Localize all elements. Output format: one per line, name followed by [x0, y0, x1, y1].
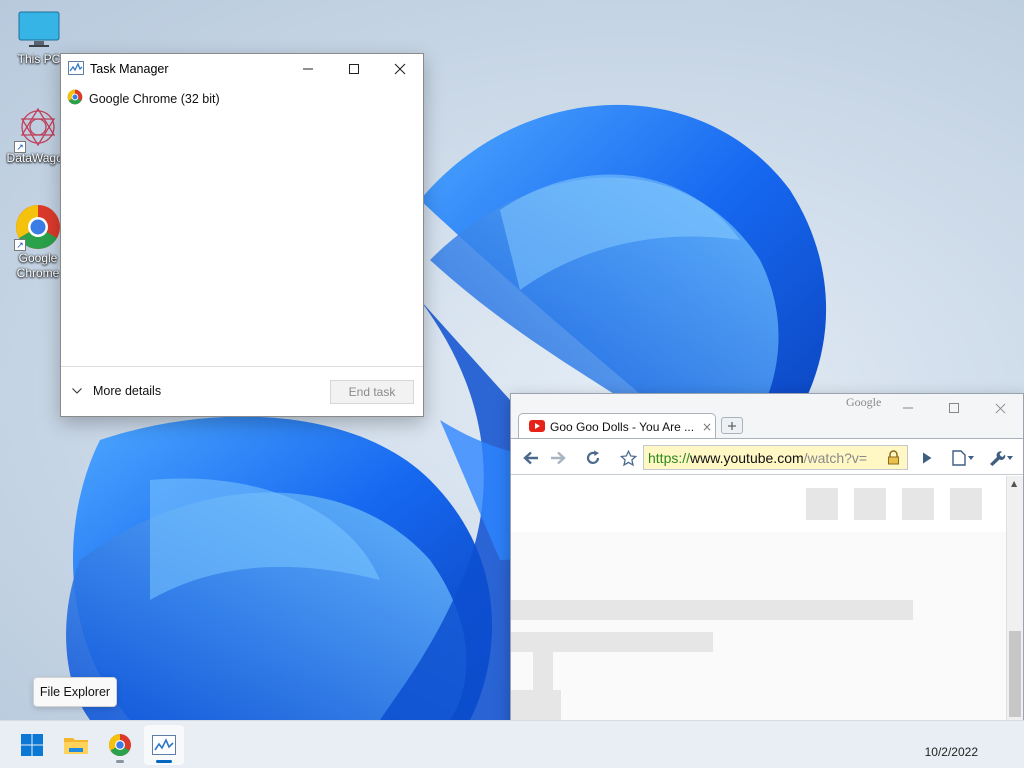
minimize-button[interactable]: [285, 54, 331, 84]
close-button[interactable]: [977, 397, 1023, 419]
more-details-toggle[interactable]: More details: [72, 384, 161, 398]
maximize-button[interactable]: [931, 397, 977, 419]
play-arrow-icon: [923, 452, 932, 464]
windows-logo-icon: [21, 734, 43, 756]
reload-icon: [586, 450, 600, 464]
maximize-icon: [349, 64, 359, 74]
wrench-icon: [990, 451, 1013, 466]
taskbar-task-manager[interactable]: [144, 725, 184, 765]
scroll-up-icon[interactable]: ▲: [1011, 479, 1017, 488]
chrome-icon: ↗: [14, 203, 62, 251]
taskbar-start-button[interactable]: [12, 725, 52, 765]
datawagon-icon: ↗: [14, 105, 62, 153]
more-details-label: More details: [93, 384, 162, 398]
plus-icon: [728, 421, 736, 430]
loading-placeholder: [806, 488, 838, 520]
loading-placeholder: [854, 488, 886, 520]
end-task-button[interactable]: End task: [330, 380, 414, 404]
go-button[interactable]: [914, 446, 940, 470]
url-host: www.youtube.com: [690, 449, 804, 466]
page-menu-button[interactable]: [947, 446, 979, 470]
browser-tab[interactable]: Goo Goo Dolls - You Are ... ×: [518, 413, 716, 440]
youtube-icon: [529, 419, 545, 435]
close-button[interactable]: [377, 54, 423, 84]
page-icon: [952, 450, 974, 466]
shortcut-arrow-icon: ↗: [14, 239, 26, 251]
task-manager-footer: More details End task: [61, 366, 423, 416]
folder-icon: [64, 738, 88, 754]
taskbar-google-chrome[interactable]: [100, 725, 140, 765]
taskbar: 10/2/2022: [0, 720, 1024, 768]
shortcut-arrow-icon: ↗: [14, 141, 26, 153]
url-path: /watch?v=: [803, 449, 868, 466]
tab-title: Goo Goo Dolls - You Are ...: [550, 420, 695, 434]
page-content[interactable]: [511, 476, 1006, 734]
task-manager-icon: [68, 60, 84, 78]
chrome-toolbar: https://www.youtube.com/watch?v=: [511, 438, 1023, 475]
window-title: Task Manager: [90, 62, 169, 76]
loading-placeholder: [533, 652, 553, 690]
task-manager-window[interactable]: Task Manager Google Chrome (32 bit) More…: [60, 53, 424, 417]
back-arrow-icon: [523, 451, 538, 465]
scroll-thumb[interactable]: [1009, 631, 1021, 717]
tab-close-icon[interactable]: ×: [702, 420, 712, 434]
chrome-icon: [109, 734, 131, 756]
desktop-icon-label: Google Chrome: [16, 251, 60, 280]
new-tab-button[interactable]: [721, 417, 743, 434]
running-indicator: [116, 760, 124, 763]
lock-icon[interactable]: [887, 450, 900, 468]
loading-placeholder: [902, 488, 934, 520]
address-bar[interactable]: https://www.youtube.com/watch?v=: [643, 445, 908, 470]
maximize-button[interactable]: [331, 54, 377, 84]
taskbar-file-explorer[interactable]: [56, 725, 96, 765]
tooltip: File Explorer: [33, 677, 117, 707]
minimize-icon: [303, 68, 313, 70]
bookmark-star-button[interactable]: [615, 446, 641, 470]
active-indicator: [156, 760, 172, 763]
chrome-window[interactable]: Google Goo Goo Dolls - You Are ... × htt…: [510, 393, 1024, 752]
taskbar-clock-date[interactable]: 10/2/2022: [925, 745, 978, 759]
forward-arrow-icon: [551, 451, 566, 465]
chrome-icon: [67, 89, 83, 108]
back-button[interactable]: [518, 446, 544, 470]
loading-placeholder: [511, 600, 913, 620]
google-logo-text: Google: [846, 395, 882, 409]
chevron-down-icon: [72, 388, 82, 394]
maximize-icon: [949, 403, 959, 413]
minimize-button[interactable]: [885, 397, 931, 419]
loading-placeholder: [511, 632, 713, 652]
close-icon: [394, 63, 406, 75]
process-row-google-chrome[interactable]: Google Chrome (32 bit): [67, 89, 220, 108]
star-icon: [619, 449, 637, 466]
chrome-title-bar[interactable]: Google Goo Goo Dolls - You Are ... ×: [511, 394, 1023, 440]
task-manager-icon: [152, 735, 176, 755]
minimize-icon: [903, 407, 913, 409]
process-name: Google Chrome (32 bit): [89, 91, 220, 106]
loading-placeholder: [950, 488, 982, 520]
reload-button[interactable]: [580, 446, 606, 470]
url-scheme: https://: [648, 449, 691, 466]
wrench-menu-button[interactable]: [985, 446, 1017, 470]
monitor-icon: [17, 10, 61, 50]
forward-button[interactable]: [545, 446, 571, 470]
vertical-scrollbar[interactable]: ▲ ▼: [1006, 476, 1023, 734]
close-icon: [995, 403, 1005, 413]
